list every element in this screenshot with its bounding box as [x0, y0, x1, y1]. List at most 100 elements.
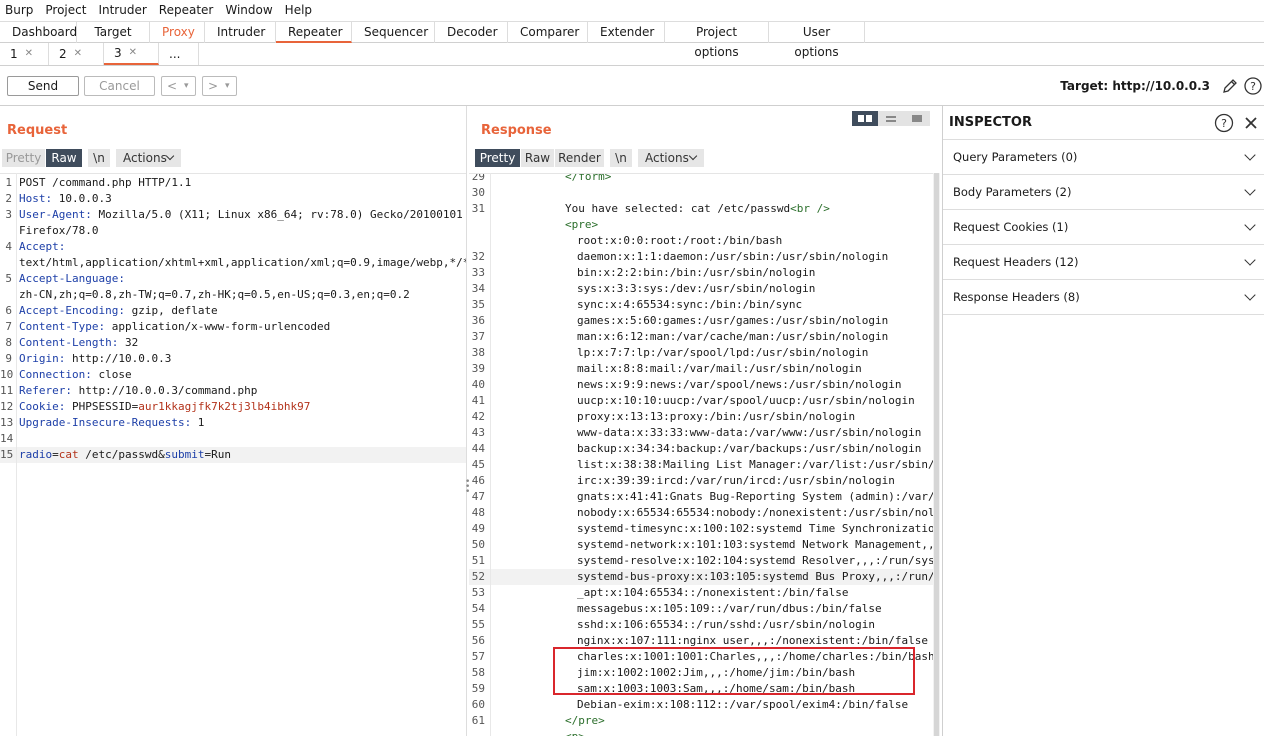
menu-help[interactable]: Help	[280, 0, 319, 21]
tab-comparer[interactable]: Comparer	[508, 22, 588, 43]
menu-bar: Burp Project Intruder Repeater Window He…	[0, 0, 1264, 21]
tab-extender[interactable]: Extender	[588, 22, 665, 43]
layout-side-by-side-icon[interactable]	[852, 111, 878, 126]
sub-tab-3[interactable]: 3 ✕	[104, 43, 159, 65]
code-line: 39 mail:x:8:8:mail:/var/mail:/usr/sbin/no…	[469, 361, 934, 377]
close-icon[interactable]: ✕	[25, 43, 33, 65]
layout-stacked-icon[interactable]	[878, 111, 904, 126]
code-line: 48 nobody:x:65534:65534:nobody:/nonexiste…	[469, 505, 934, 521]
line-number: 40	[471, 378, 485, 391]
help-icon[interactable]: ?	[1244, 77, 1262, 95]
vertical-scrollbar[interactable]	[933, 173, 940, 736]
tab-sequencer[interactable]: Sequencer	[352, 22, 435, 43]
line-number: 59	[471, 682, 485, 695]
close-icon[interactable]	[1244, 116, 1258, 130]
sub-tab-2[interactable]: 2 ✕	[49, 43, 104, 65]
menu-project[interactable]: Project	[40, 0, 93, 21]
close-icon[interactable]: ✕	[129, 42, 137, 64]
code-line: 38 lp:x:7:7:lp:/var/spool/lpd:/usr/sbin/n…	[469, 345, 934, 361]
sub-tab-1[interactable]: 1 ✕	[0, 43, 49, 65]
inspector-request-headers[interactable]: Request Headers (12)	[943, 245, 1264, 280]
back-label: <	[167, 79, 178, 93]
line-text: Firefox/78.0	[19, 224, 99, 237]
edit-pencil-icon[interactable]	[1222, 78, 1238, 94]
line-number: 48	[471, 506, 485, 519]
gutter-divider	[16, 173, 17, 736]
toolbar: Send Cancel < ▾ > ▾ Target: http://10.0.0.…	[0, 66, 1264, 106]
code-line: 35 sync:x:4:65534:sync:/bin:/bin/sync	[469, 297, 934, 313]
line-text: nobody:x:65534:65534:nobody:/nonexistent…	[577, 506, 934, 519]
tab-proxy[interactable]: Proxy	[150, 22, 205, 43]
line-text: daemon:x:1:1:daemon:/usr/sbin:/usr/sbin/…	[577, 250, 889, 263]
tab-dashboard[interactable]: Dashboard	[0, 22, 77, 43]
raw-button[interactable]: Raw	[521, 149, 554, 167]
history-forward-button[interactable]: > ▾	[202, 76, 237, 96]
tab-repeater[interactable]: Repeater	[276, 22, 352, 43]
actions-dropdown[interactable]: Actions	[638, 149, 704, 167]
layout-tabs-icon[interactable]	[904, 111, 930, 126]
tab-target[interactable]: Target	[77, 22, 150, 43]
line-text: news:x:9:9:news:/var/spool/news:/usr/sbi…	[577, 378, 902, 391]
scrollbar-thumb[interactable]	[934, 173, 939, 736]
header-name: Accept-Encoding:	[19, 304, 125, 317]
line-text: _apt:x:104:65534::/nonexistent:/bin/fals…	[577, 586, 849, 599]
line-text: application/x-www-form-urlencoded	[105, 320, 331, 333]
tab-user-options[interactable]: User options	[769, 22, 865, 59]
code-line: 61 </pre>	[469, 713, 934, 729]
pretty-button[interactable]: Pretty	[2, 149, 45, 167]
newline-toggle-button[interactable]: \n	[610, 149, 632, 167]
actions-label: Actions	[123, 151, 167, 165]
line-number: 57	[471, 650, 485, 663]
section-label: Response Headers (8)	[953, 290, 1080, 304]
code-line: 31 You have selected: cat /etc/passwd<br …	[469, 201, 934, 217]
code-line: 30	[469, 185, 934, 201]
chevron-down-icon	[688, 151, 698, 161]
line-number: 51	[471, 554, 485, 567]
header-name: Host:	[19, 192, 53, 205]
tab-intruder[interactable]: Intruder	[205, 22, 276, 43]
raw-button[interactable]: Raw	[46, 149, 82, 167]
line-text: gnats:x:41:41:Gnats Bug-Reporting System…	[577, 490, 934, 503]
code-line: zh-CN,zh;q=0.8,zh-TW;q=0.7,zh-HK;q=0.5,e…	[0, 287, 466, 303]
inspector-response-headers[interactable]: Response Headers (8)	[943, 280, 1264, 315]
inspector-request-cookies[interactable]: Request Cookies (1)	[943, 210, 1264, 245]
history-back-button[interactable]: < ▾	[161, 76, 196, 96]
line-number: 30	[471, 186, 485, 199]
send-button[interactable]: Send	[7, 76, 79, 96]
menu-intruder[interactable]: Intruder	[93, 0, 153, 21]
sub-tab-new[interactable]: ...	[159, 43, 199, 65]
cancel-button[interactable]: Cancel	[84, 76, 155, 96]
line-number: 14	[0, 432, 14, 445]
menu-burp[interactable]: Burp	[0, 0, 40, 21]
close-icon[interactable]: ✕	[74, 43, 82, 65]
code-line: 3 User-Agent: Mozilla/5.0 (X11; Linux x86…	[0, 207, 466, 223]
code-line: 34 sys:x:3:3:sys:/dev:/usr/sbin/nologin	[469, 281, 934, 297]
inspector-query-parameters[interactable]: Query Parameters (0)	[943, 140, 1264, 175]
line-number: 34	[471, 282, 485, 295]
inspector-body-parameters[interactable]: Body Parameters (2)	[943, 175, 1264, 210]
menu-repeater[interactable]: Repeater	[154, 0, 221, 21]
sub-tab-label: 1	[10, 47, 18, 61]
line-text: <pre>	[565, 218, 599, 231]
line-text: text/html,application/xhtml+xml,applicat…	[19, 256, 466, 269]
line-number: 9	[5, 352, 12, 365]
line-text: http://10.0.0.3/command.php	[71, 384, 258, 397]
line-text: systemd-network:x:101:103:systemd Networ…	[577, 538, 934, 551]
pretty-button[interactable]: Pretty	[475, 149, 520, 167]
request-editor[interactable]: 1 POST /command.php HTTP/1.1 2 Host: 10.0.0…	[0, 173, 466, 736]
code-line: 29 </form>	[469, 174, 934, 185]
code-line: 9 Origin: http://10.0.0.3	[0, 351, 466, 367]
menu-window[interactable]: Window	[220, 0, 279, 21]
newline-toggle-button[interactable]: \n	[88, 149, 110, 167]
actions-dropdown[interactable]: Actions	[116, 149, 181, 167]
help-icon[interactable]: ?	[1214, 113, 1234, 133]
render-button[interactable]: Render	[555, 149, 604, 167]
line-number: 3	[5, 208, 12, 221]
line-text: Debian-exim:x:108:112::/var/spool/exim4:…	[577, 698, 909, 711]
code-line: 2 Host: 10.0.0.3	[0, 191, 466, 207]
code-line: 52 systemd-bus-proxy:x:103:105:systemd Bu…	[469, 569, 934, 585]
svg-text:?: ?	[1221, 117, 1227, 130]
tab-decoder[interactable]: Decoder	[435, 22, 508, 43]
line-number: 13	[0, 416, 14, 429]
tab-project-options[interactable]: Project options	[665, 22, 769, 59]
